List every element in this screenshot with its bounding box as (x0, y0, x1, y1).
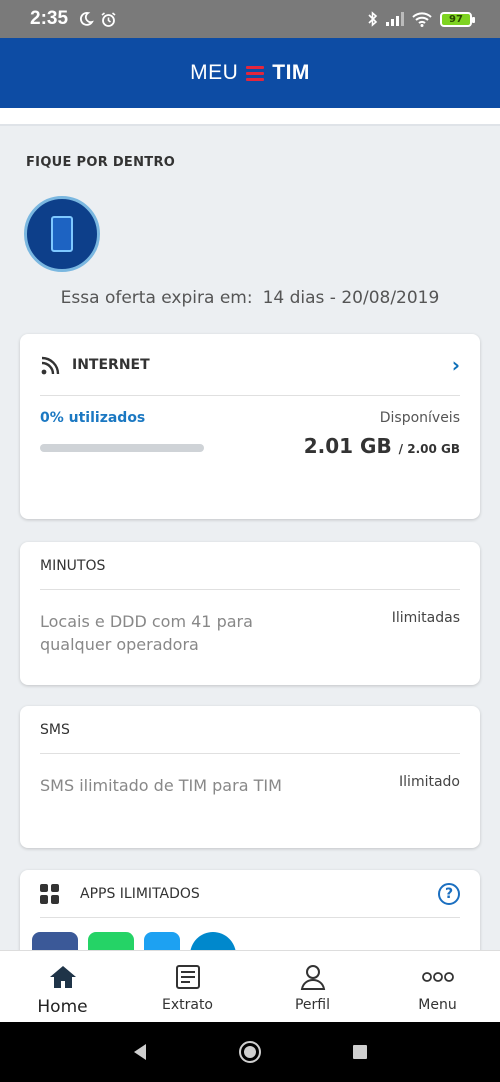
receipt-icon (175, 965, 200, 989)
bottom-navigation: Home Extrato Perfil Menu (0, 950, 500, 1022)
sms-card-header: SMS (40, 706, 460, 754)
battery-icon: 97 (440, 11, 475, 27)
internet-used: 0% utilizados (40, 410, 146, 426)
chevron-right-icon[interactable]: › (452, 353, 460, 377)
nav-menu[interactable]: Menu (375, 951, 500, 1022)
internet-card-header[interactable]: INTERNET › (40, 334, 460, 396)
nav-extrato[interactable]: Extrato (125, 951, 250, 1022)
rss-wifi-icon (41, 356, 60, 374)
offer-label: Essa oferta expira em: (60, 288, 253, 308)
system-navigation-bar (0, 1022, 500, 1082)
offer-dates: 14 dias - 20/08/2019 (262, 288, 440, 308)
moon-icon (80, 12, 94, 26)
minutes-card-header: MINUTOS (40, 542, 460, 590)
apps-title: APPS ILIMITADOS (80, 885, 200, 902)
brand-meu: MEU (190, 61, 239, 84)
nav-extrato-label: Extrato (161, 997, 213, 1013)
app-header: MEU TIM (0, 38, 500, 108)
sms-description: SMS ilimitado de TIM para TIM (40, 776, 282, 795)
help-icon[interactable]: ? (438, 882, 460, 905)
apps-grid-icon (40, 883, 60, 904)
phone-illustration-icon (51, 216, 73, 252)
sms-title: SMS (40, 721, 70, 738)
nav-home-label: Home (37, 997, 88, 1017)
more-icon (421, 972, 454, 982)
internet-available: 2.01 GB (303, 434, 392, 458)
internet-total: / 2.00 GB (398, 442, 460, 456)
home-icon (49, 966, 76, 988)
brand-tim: TIM (272, 61, 310, 84)
nav-home[interactable]: Home (0, 951, 125, 1022)
header-divider (0, 108, 500, 126)
bluetooth-icon (368, 11, 378, 27)
sms-card: SMS SMS ilimitado de TIM para TIM Ilimit… (20, 706, 480, 848)
internet-usage-bar (40, 444, 204, 452)
status-time: 2:35 (30, 8, 69, 29)
sms-value: Ilimitado (399, 774, 460, 790)
wifi-status-icon (412, 11, 432, 27)
alarm-icon (101, 11, 116, 27)
minutes-title: MINUTOS (40, 557, 106, 574)
signal-icon (386, 12, 404, 26)
nav-perfil-label: Perfil (294, 997, 331, 1013)
user-icon (300, 965, 325, 990)
nav-menu-label: Menu (418, 997, 457, 1013)
nav-perfil[interactable]: Perfil (250, 951, 375, 1022)
tim-logo-icon (246, 65, 265, 81)
back-icon[interactable] (132, 1043, 148, 1061)
recents-icon[interactable] (352, 1044, 368, 1060)
apps-card[interactable]: APPS ILIMITADOS ? (20, 870, 480, 960)
status-bar: 2:35 97 (0, 0, 500, 38)
minutes-card: MINUTOS Locais e DDD com 41 para qualque… (20, 542, 480, 685)
internet-title: INTERNET (72, 356, 150, 373)
offer-story-avatar[interactable] (24, 196, 100, 272)
minutes-description: Locais e DDD com 41 para qualquer operad… (40, 612, 253, 654)
offer-expiry: Essa oferta expira em: 14 dias - 20/08/20… (0, 288, 500, 308)
home-button-icon[interactable] (238, 1040, 262, 1064)
section-title: FIQUE POR DENTRO (26, 155, 176, 170)
minutes-value: Ilimitadas (391, 610, 460, 626)
internet-amount: 2.01 GB / 2.00 GB (304, 434, 460, 458)
apps-card-header[interactable]: APPS ILIMITADOS ? (40, 870, 460, 918)
internet-available-label: Disponíveis (379, 410, 460, 426)
internet-card[interactable]: INTERNET › 0% utilizados Disponíveis 2.0… (20, 334, 480, 519)
